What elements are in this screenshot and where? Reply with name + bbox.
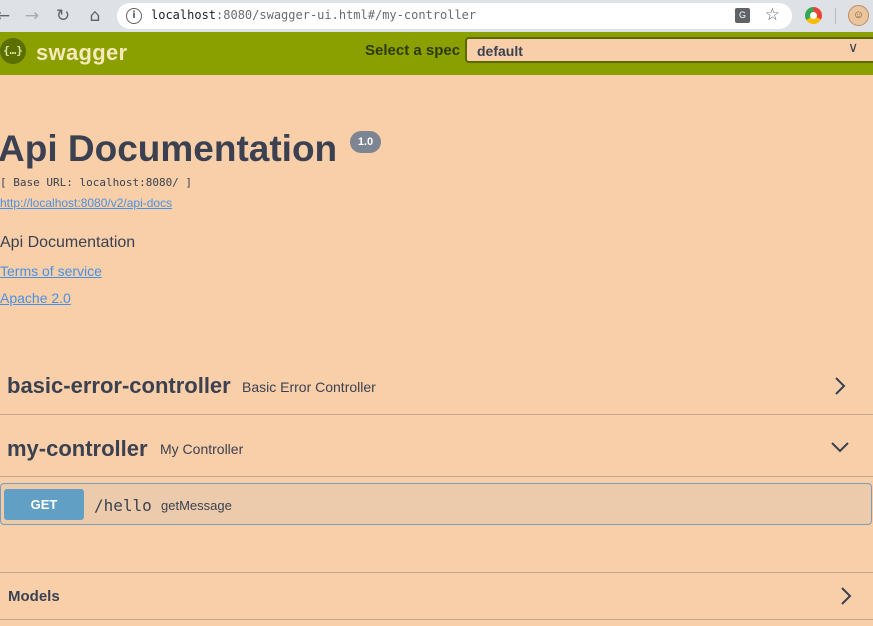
address-bar[interactable]: i localhost:8080/swagger-ui.html#/my-con… bbox=[117, 3, 792, 29]
reload-icon[interactable]: ↻ bbox=[52, 5, 74, 27]
operation-summary: getMessage bbox=[161, 498, 232, 513]
chevron-down-icon: ∨ bbox=[848, 40, 859, 56]
home-icon[interactable]: ⌂ bbox=[84, 5, 106, 27]
swagger-topbar: {…} swagger Select a spec default ∨ bbox=[0, 32, 873, 75]
star-icon[interactable]: ☆ bbox=[765, 5, 780, 25]
models-label: Models bbox=[8, 588, 60, 605]
url-host: localhost bbox=[151, 8, 217, 22]
terms-of-service-link[interactable]: Terms of service bbox=[0, 263, 102, 279]
spec-select[interactable]: default ∨ bbox=[465, 37, 873, 63]
forward-icon[interactable]: → bbox=[21, 5, 43, 27]
operation-path: /hello bbox=[94, 496, 152, 515]
license-link[interactable]: Apache 2.0 bbox=[0, 290, 71, 306]
page-title: Api Documentation bbox=[0, 128, 338, 169]
chevron-right-icon[interactable] bbox=[830, 376, 850, 396]
chevron-down-icon[interactable] bbox=[830, 437, 850, 457]
tag-name: my-controller bbox=[7, 436, 148, 461]
select-spec-label: Select a spec bbox=[365, 42, 461, 59]
back-icon[interactable]: ← bbox=[0, 5, 14, 27]
tag-basic-error-controller[interactable]: basic-error-controller Basic Error Contr… bbox=[0, 358, 873, 415]
version-badge: 1.0 bbox=[350, 131, 381, 153]
method-badge: GET bbox=[4, 489, 84, 520]
models-section[interactable]: Models bbox=[0, 572, 873, 620]
operation-get-hello[interactable]: GET /hello getMessage bbox=[0, 483, 872, 525]
tag-my-controller[interactable]: my-controller My Controller bbox=[0, 415, 873, 477]
swagger-logo-text[interactable]: swagger bbox=[36, 40, 127, 66]
extension-icon[interactable] bbox=[805, 7, 822, 24]
translate-icon[interactable]: G bbox=[735, 8, 750, 23]
spec-select-value: default bbox=[477, 43, 523, 59]
swagger-logo-icon[interactable]: {…} bbox=[0, 38, 26, 64]
toolbar-divider bbox=[835, 8, 836, 24]
chevron-right-icon[interactable] bbox=[836, 586, 856, 606]
tag-description: My Controller bbox=[160, 441, 244, 457]
avatar-icon[interactable]: ☺ bbox=[848, 5, 869, 26]
api-description: Api Documentation bbox=[0, 234, 136, 251]
tag-description: Basic Error Controller bbox=[242, 379, 376, 395]
tag-name: basic-error-controller bbox=[7, 373, 231, 398]
url-path: :8080/swagger-ui.html#/my-controller bbox=[216, 8, 477, 22]
info-icon[interactable]: i bbox=[126, 8, 142, 24]
browser-toolbar: ← → ↻ ⌂ i localhost:8080/swagger-ui.html… bbox=[0, 0, 873, 32]
base-url: [ Base URL: localhost:8080/ ] bbox=[0, 176, 193, 189]
api-docs-link[interactable]: http://localhost:8080/v2/api-docs bbox=[0, 196, 172, 210]
url-text[interactable]: localhost:8080/swagger-ui.html#/my-contr… bbox=[151, 8, 476, 22]
